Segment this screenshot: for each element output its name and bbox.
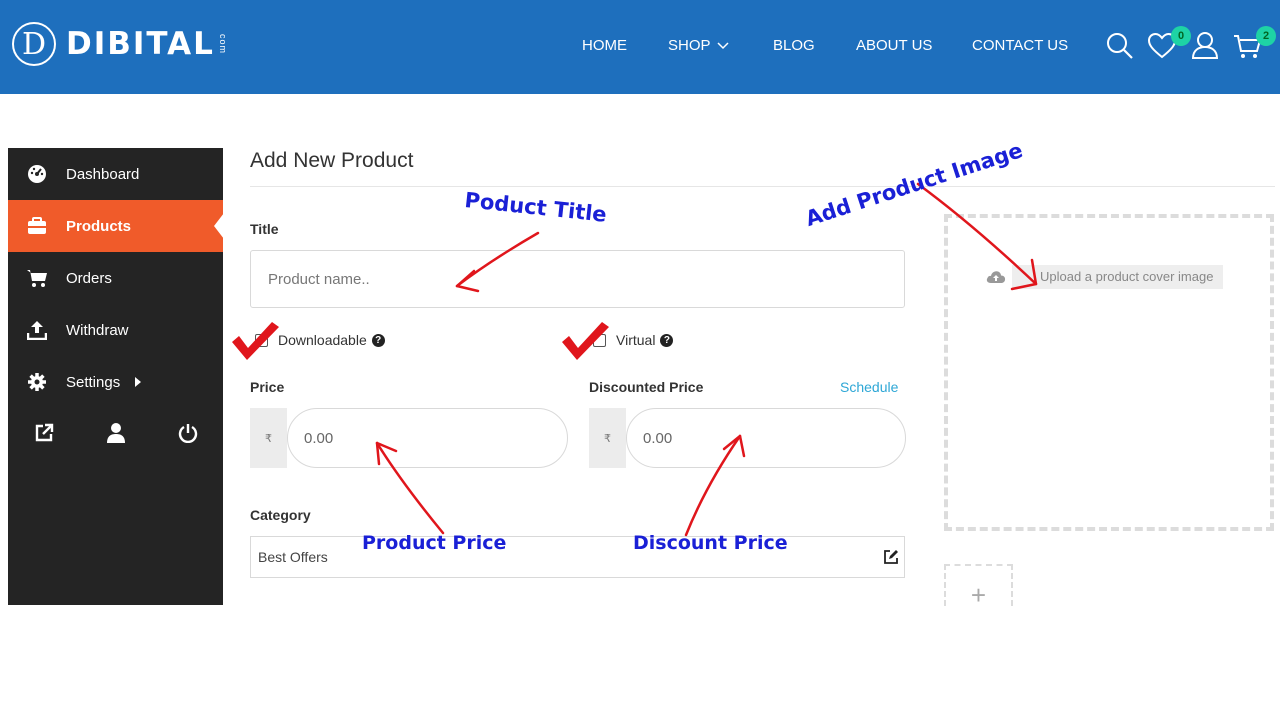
arrow-to-image bbox=[916, 182, 1038, 286]
arrow-to-title bbox=[455, 231, 540, 288]
checkmark-icon bbox=[232, 322, 279, 360]
arrow-to-discount bbox=[684, 434, 742, 537]
checkmark-icons bbox=[232, 322, 609, 360]
arrow-to-price bbox=[375, 441, 445, 535]
annotation-discount-price: Discount Price bbox=[633, 532, 788, 554]
checkmark-icon bbox=[562, 322, 609, 360]
annotation-product-price: Product Price bbox=[362, 532, 507, 554]
annotation-arrows bbox=[232, 182, 1038, 537]
